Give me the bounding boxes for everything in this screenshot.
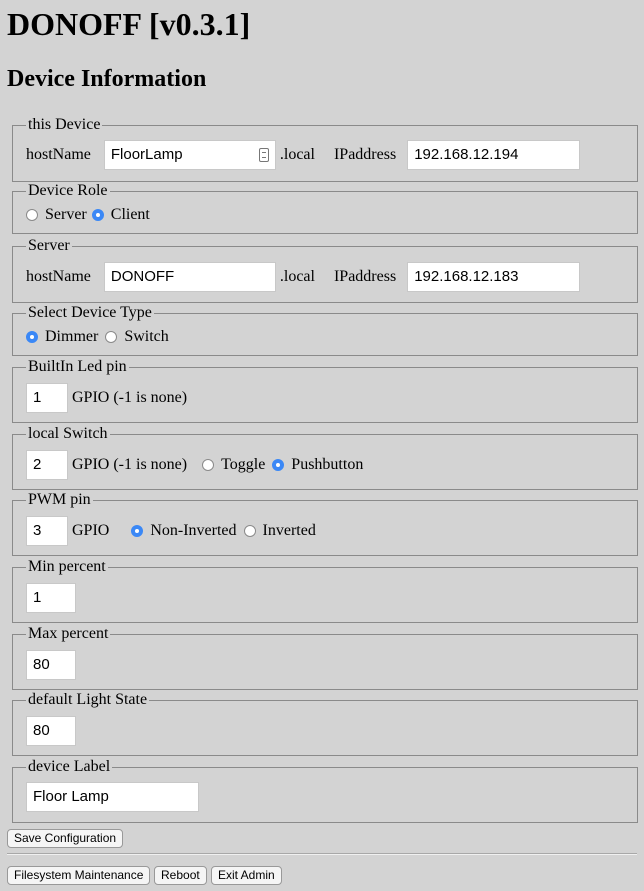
min-percent-legend: Min percent	[26, 558, 108, 576]
type-dimmer-label: Dimmer	[45, 328, 99, 345]
builtin-led-input[interactable]: 1	[26, 383, 68, 413]
switch-toggle-radio[interactable]	[202, 459, 215, 471]
ip-value: 192.168.12.194	[414, 146, 519, 163]
ip-label: IPaddress	[333, 146, 397, 163]
local-switch-legend: local Switch	[26, 425, 110, 443]
server-legend: Server	[26, 237, 72, 255]
role-client-radio[interactable]	[91, 209, 104, 221]
type-dimmer-radio[interactable]	[26, 331, 38, 343]
switch-pushbutton-radio[interactable]	[272, 459, 285, 471]
device-type-legend: Select Device Type	[26, 304, 154, 322]
max-percent-value: 80	[33, 656, 50, 673]
server-ip-value: 192.168.12.183	[414, 268, 519, 285]
pwm-inverted-label: Inverted	[262, 522, 316, 539]
builtin-led-fieldset: BuiltIn Led pin 1 GPIO (-1 is none)	[12, 358, 638, 423]
local-switch-fieldset: local Switch 2 GPIO (-1 is none) Toggle …	[12, 425, 638, 490]
builtin-led-legend: BuiltIn Led pin	[26, 358, 129, 376]
role-server-radio[interactable]	[26, 209, 38, 221]
device-role-legend: Device Role	[26, 182, 110, 200]
role-client-label: Client	[110, 206, 150, 223]
this-device-legend: this Device	[26, 116, 103, 134]
divider	[7, 853, 637, 855]
server-ip-label: IPaddress	[333, 268, 397, 285]
local-switch-suffix: GPIO (-1 is none)	[72, 456, 188, 473]
pwm-noninverted-label: Non-Inverted	[150, 522, 237, 539]
section-heading: Device Information	[7, 66, 207, 92]
ip-input[interactable]: 192.168.12.194	[407, 140, 581, 170]
device-label-value: Floor Lamp	[33, 788, 109, 805]
pwm-pin-suffix: GPIO	[72, 522, 110, 539]
max-percent-legend: Max percent	[26, 625, 111, 643]
device-label-fieldset: device Label Floor Lamp	[12, 758, 638, 823]
hostname-label: hostName	[26, 146, 91, 163]
local-switch-input[interactable]: 2	[26, 450, 68, 480]
pwm-pin-input[interactable]: 3	[26, 516, 68, 546]
server-fieldset: Server hostName DONOFF .local IPaddress …	[12, 237, 638, 303]
min-percent-value: 1	[33, 589, 42, 606]
server-local-suffix: .local	[279, 268, 315, 285]
switch-pushbutton-label: Pushbutton	[291, 456, 364, 473]
pwm-pin-value: 3	[33, 522, 42, 539]
page-title: DONOFF [v0.3.1]	[7, 6, 251, 42]
pwm-pin-legend: PWM pin	[26, 491, 93, 509]
max-percent-input[interactable]: 80	[26, 650, 76, 680]
default-light-fieldset: default Light State 80	[12, 691, 638, 756]
type-switch-label: Switch	[124, 328, 169, 345]
pwm-noninverted-radio[interactable]	[131, 525, 144, 537]
builtin-led-value: 1	[33, 389, 42, 406]
hostname-input[interactable]: FloorLamp	[103, 140, 276, 170]
save-configuration-button[interactable]: Save Configuration	[7, 829, 124, 848]
server-hostname-input[interactable]: DONOFF	[103, 262, 276, 292]
default-light-input[interactable]: 80	[26, 716, 76, 746]
max-percent-fieldset: Max percent 80	[12, 625, 638, 690]
default-light-legend: default Light State	[26, 691, 150, 709]
device-type-fieldset: Select Device Type Dimmer Switch	[12, 304, 638, 356]
role-server-label: Server	[45, 206, 87, 223]
autofill-icon[interactable]	[258, 148, 269, 162]
exit-admin-button[interactable]: Exit Admin	[211, 866, 282, 885]
device-label-input[interactable]: Floor Lamp	[26, 782, 199, 812]
this-device-fieldset: this Device hostName FloorLamp .local IP…	[12, 116, 638, 182]
server-ip-input[interactable]: 192.168.12.183	[407, 262, 581, 292]
pwm-inverted-radio[interactable]	[243, 525, 256, 537]
pwm-pin-fieldset: PWM pin 3 GPIO Non-Inverted Inverted	[12, 491, 638, 556]
reboot-button[interactable]: Reboot	[154, 866, 207, 885]
device-role-fieldset: Device Role Server Client	[12, 182, 638, 234]
server-hostname-label: hostName	[26, 268, 91, 285]
local-switch-value: 2	[33, 456, 42, 473]
local-suffix: .local	[279, 146, 315, 163]
type-switch-radio[interactable]	[105, 331, 118, 343]
device-label-legend: device Label	[26, 758, 113, 776]
switch-toggle-label: Toggle	[221, 456, 266, 473]
builtin-led-suffix: GPIO (-1 is none)	[72, 389, 188, 406]
hostname-value: FloorLamp	[110, 146, 183, 163]
min-percent-fieldset: Min percent 1	[12, 558, 638, 623]
filesystem-maintenance-button[interactable]: Filesystem Maintenance	[7, 866, 151, 885]
default-light-value: 80	[33, 722, 50, 739]
server-hostname-value: DONOFF	[110, 268, 175, 285]
min-percent-input[interactable]: 1	[26, 583, 76, 613]
